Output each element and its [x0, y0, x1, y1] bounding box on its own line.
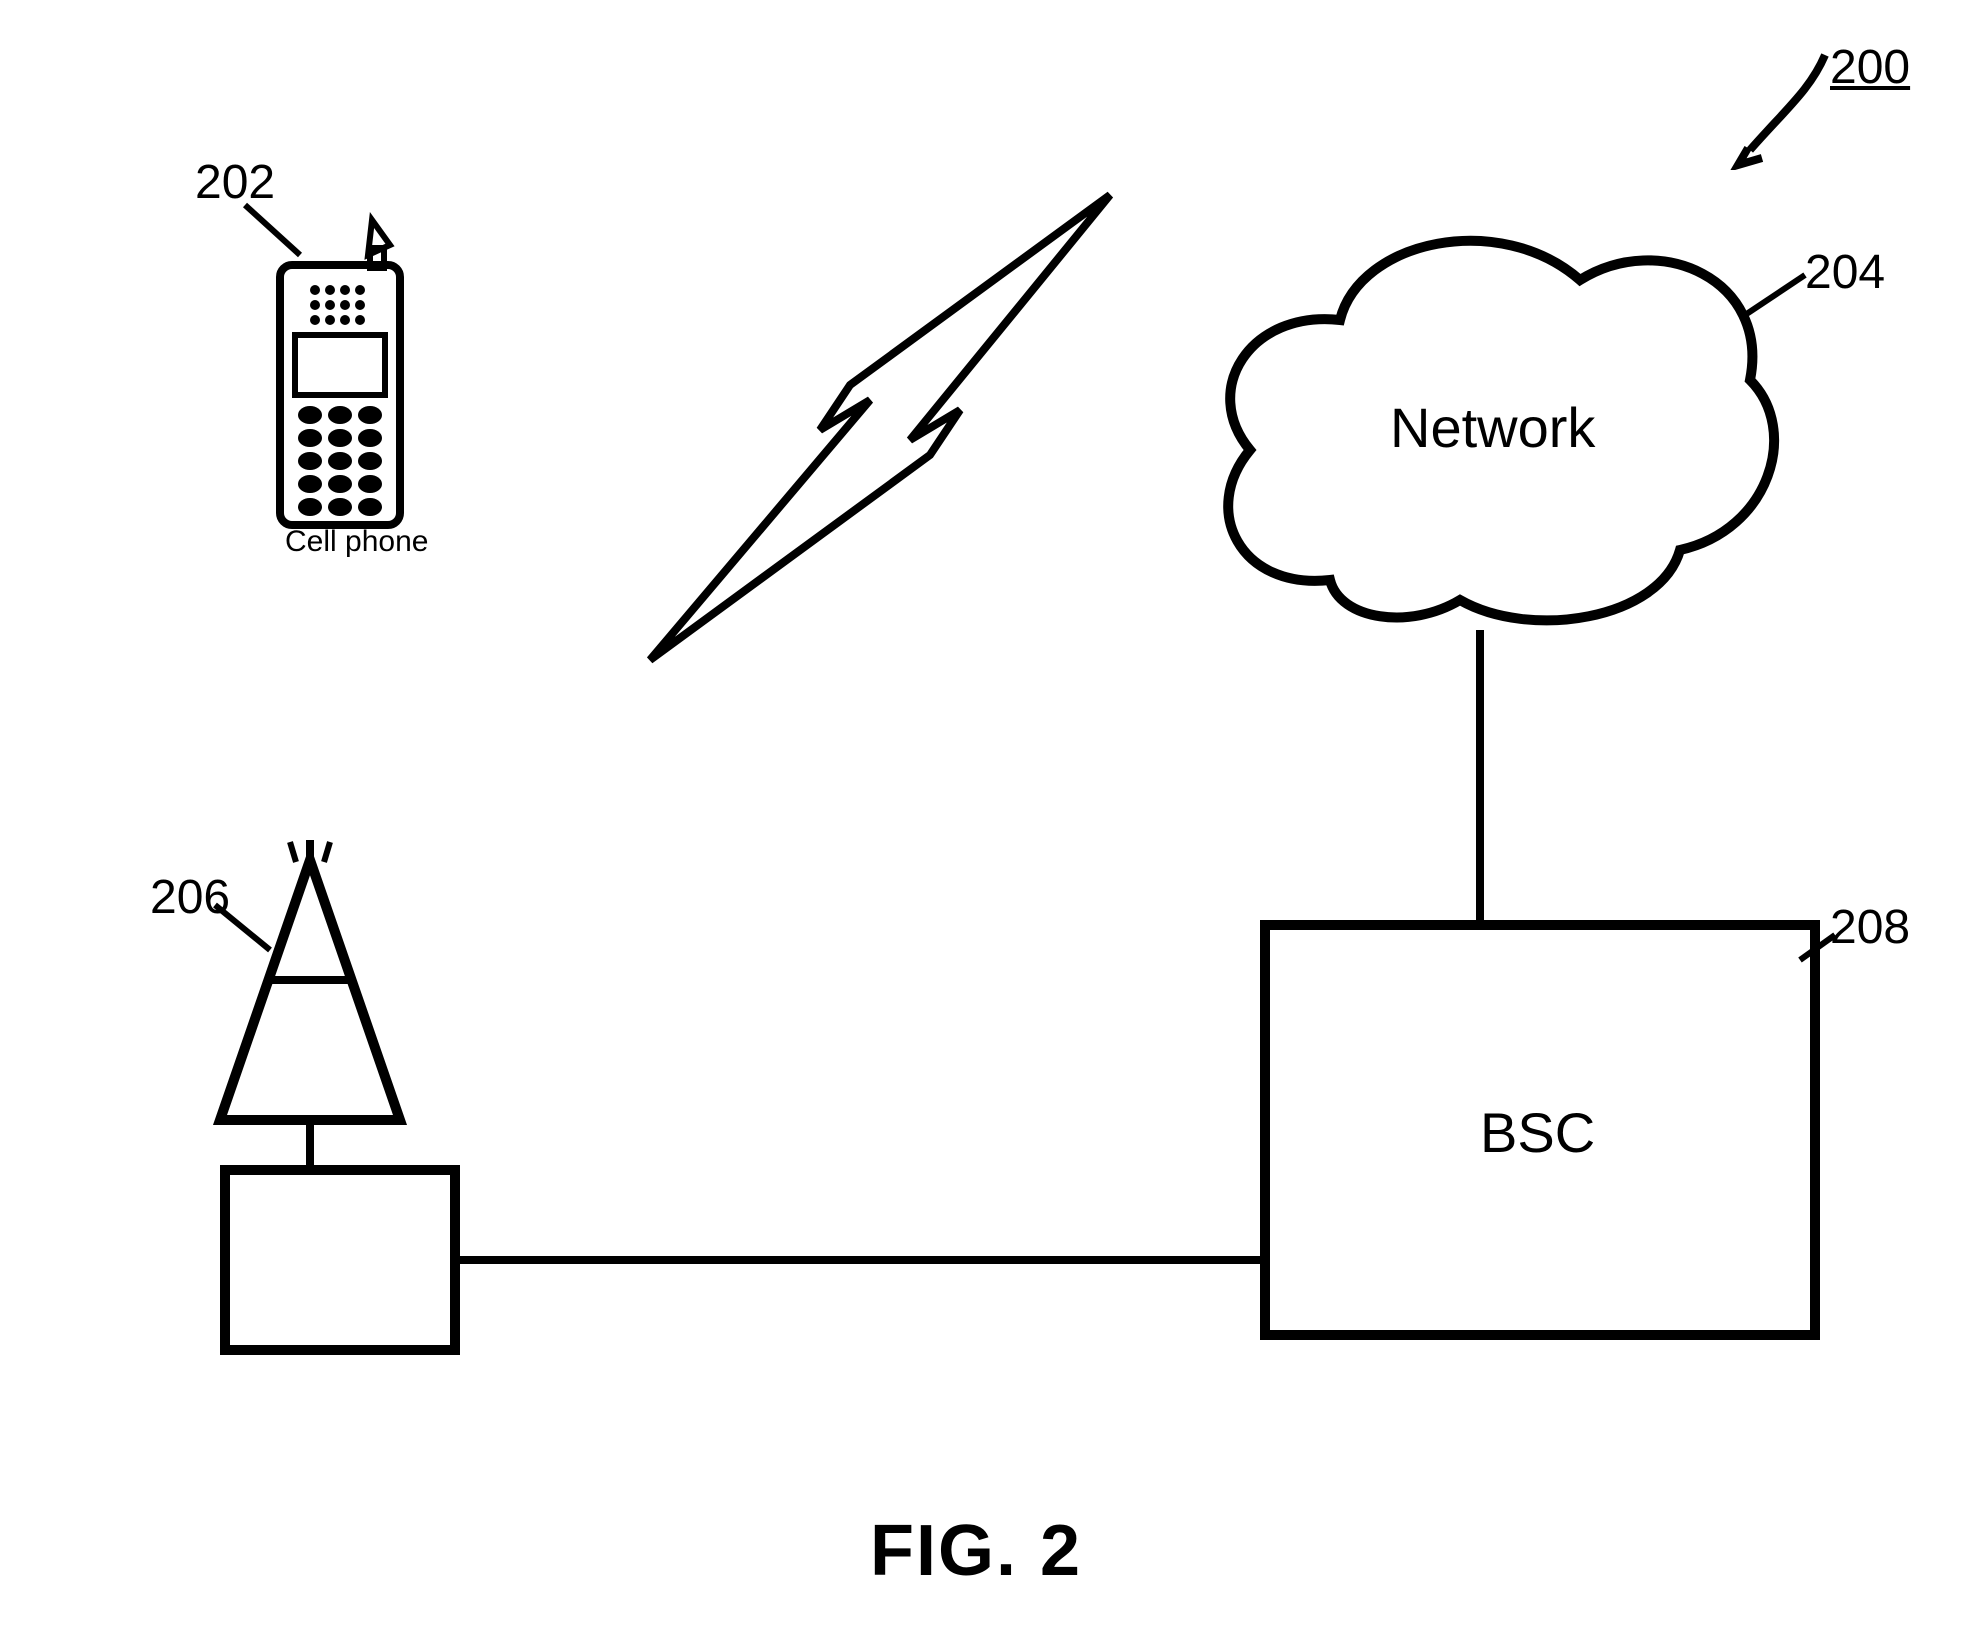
phone-caption: Cell phone: [285, 525, 428, 559]
link-network-bsc: [1470, 630, 1490, 930]
ref-system-leader: [1730, 40, 1830, 170]
wireless-link-icon: [620, 170, 1140, 690]
cellphone-icon: [260, 210, 430, 540]
network-label: Network: [1390, 395, 1595, 460]
bsc-label: BSC: [1480, 1100, 1595, 1165]
link-bsc-tower: [450, 1250, 1270, 1270]
figure-label: FIG. 2: [870, 1510, 1082, 1592]
ref-network-leader: [1740, 270, 1820, 330]
ref-tower-leader: [210, 900, 280, 960]
figure-canvas: 200 202 Cell phone: [0, 0, 1968, 1632]
ref-system-number: 200: [1830, 40, 1910, 95]
ref-bsc-leader: [1795, 930, 1845, 970]
